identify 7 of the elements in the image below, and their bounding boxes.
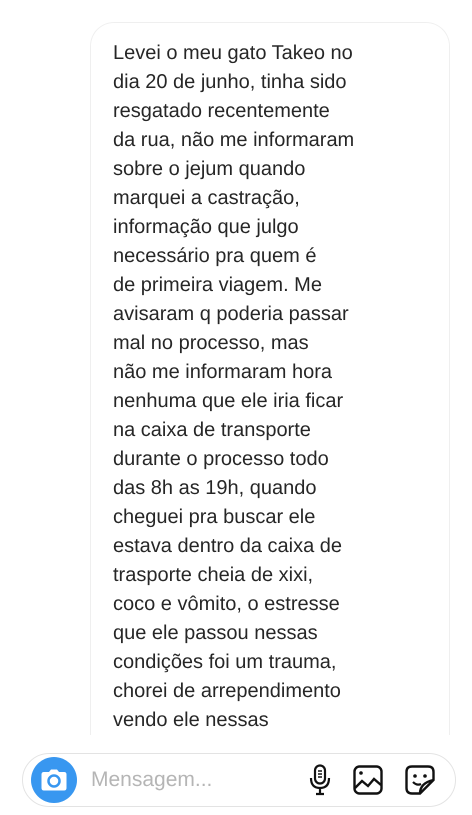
message-text: Levei o meu gato Takeo no dia 20 de junho, tinha sido resgatado recentemente da rua, não me informaram sobre o jejum quando marquei a castração, informação que julgo necessário pra quem é de primeira viagem. Me avisaram q poderia passar mal no processo, mas não me informaram hora nenhuma que ele iria ficar na caixa de transporte durante o processo todo das 8h as 19h, quando cheguei pra buscar ele estava dentro da caixa de trasporte cheia de xixi, coco e vômito, o estresse que ele passou nessas condições foi um trauma, chorei de arrependimento vendo ele nessas (113, 41, 356, 733)
camera-icon (41, 769, 67, 791)
camera-button[interactable] (31, 757, 77, 803)
message-input[interactable]: Mensagem... (89, 767, 287, 793)
microphone-icon[interactable] (309, 764, 331, 796)
image-icon[interactable] (353, 765, 383, 795)
sticker-icon[interactable] (405, 765, 435, 795)
